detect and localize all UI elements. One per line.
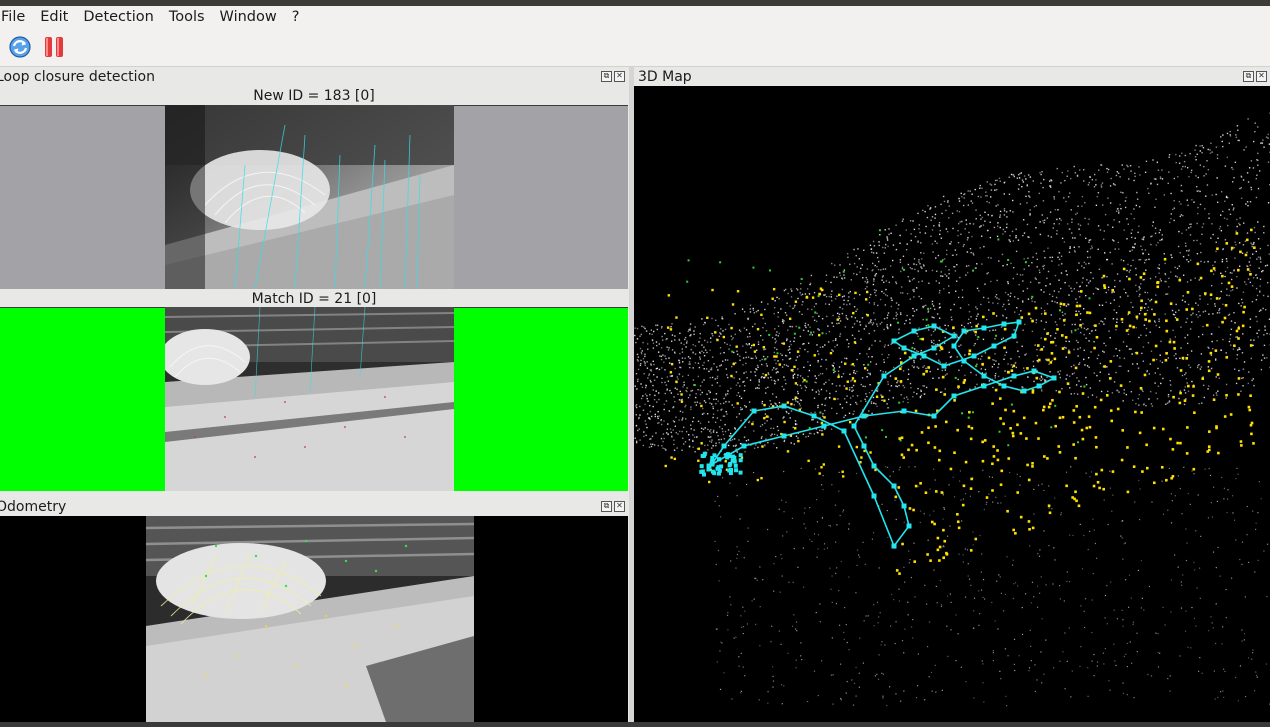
menu-help[interactable]: ? (291, 6, 308, 28)
pause-button[interactable] (40, 33, 68, 61)
float-dock-icon[interactable]: ⧉ (601, 501, 612, 512)
menu-detection[interactable]: Detection (82, 6, 161, 28)
loop-closure-dock-title: Loop closure detection (0, 67, 630, 87)
map-dock-title: 3D Map (634, 67, 1270, 87)
odometry-title: Odometry (0, 499, 67, 515)
menu-bar: File Edit Detection Tools Window ? (0, 6, 1270, 28)
close-dock-icon[interactable]: ✕ (1256, 71, 1267, 82)
close-dock-icon[interactable]: ✕ (614, 71, 625, 82)
status-bar (0, 722, 1270, 727)
menu-file[interactable]: File (0, 6, 33, 28)
pause-icon (45, 37, 63, 57)
refresh-icon (9, 36, 31, 58)
float-dock-icon[interactable]: ⧉ (1243, 71, 1254, 82)
menu-tools[interactable]: Tools (168, 6, 213, 28)
loop-dock-buttons: ⧉ ✕ (601, 71, 625, 82)
odometry-dock-buttons: ⧉ ✕ (601, 501, 625, 512)
new-id-label: New ID = 183 [0] (0, 87, 628, 105)
menu-edit[interactable]: Edit (39, 6, 76, 28)
map-3d-view[interactable] (634, 86, 1270, 722)
loop-closure-title: Loop closure detection (0, 69, 155, 85)
match-camera-image (165, 307, 454, 491)
close-dock-icon[interactable]: ✕ (614, 501, 625, 512)
menu-window[interactable]: Window (219, 6, 285, 28)
map-dock-buttons: ⧉ ✕ (1243, 71, 1267, 82)
new-camera-image (165, 105, 454, 289)
refresh-button[interactable] (6, 33, 34, 61)
toolbar (0, 28, 1270, 67)
odometry-camera-image (146, 516, 474, 722)
point-cloud-canvas (634, 112, 1270, 707)
odometry-dock-title: Odometry (0, 497, 630, 517)
float-dock-icon[interactable]: ⧉ (601, 71, 612, 82)
match-id-label: Match ID = 21 [0] (0, 290, 628, 308)
map-title: 3D Map (638, 69, 692, 85)
